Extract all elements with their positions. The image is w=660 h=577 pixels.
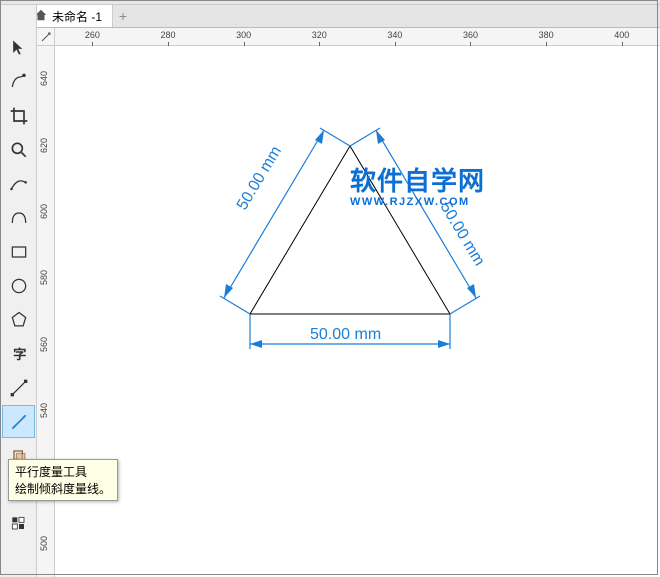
- pick-tool[interactable]: [2, 31, 35, 64]
- tooltip-title: 平行度量工具: [15, 463, 111, 480]
- ruler-h-tick: 360: [463, 30, 478, 40]
- document-tab[interactable]: 未命名 -1: [24, 5, 113, 27]
- tooltip-desc: 绘制倾斜度量线。: [15, 480, 111, 497]
- plus-icon: +: [119, 8, 127, 24]
- ruler-horizontal[interactable]: 260 280 300 320 340 360 380 400: [55, 28, 660, 46]
- watermark-logo: 软件自学网 WWW.RJZXW.COM: [350, 161, 485, 208]
- ruler-h-tick: 300: [236, 30, 251, 40]
- ruler-v-tick: 560: [39, 337, 49, 352]
- curve-tool[interactable]: [2, 201, 35, 234]
- ruler-h-tick: 320: [312, 30, 327, 40]
- dimension-right-text: 50.00 mm: [437, 199, 488, 269]
- rectangle-tool[interactable]: [2, 235, 35, 268]
- ruler-h-tick: 340: [387, 30, 402, 40]
- ruler-v-tick: 500: [39, 536, 49, 551]
- ruler-corner[interactable]: [37, 28, 55, 46]
- tab-strip: 未命名 -1 +: [0, 5, 660, 28]
- svg-text:字: 字: [13, 346, 26, 362]
- dimension-left-text: 50.00 mm: [234, 143, 285, 213]
- dimension-right: 50.00 mm: [350, 128, 488, 314]
- pattern-tool[interactable]: [2, 507, 35, 540]
- drawing-triangle: 50.00 mm 50.00 mm 50.00 mm: [185, 101, 515, 406]
- connector-tool[interactable]: [2, 371, 35, 404]
- logo-cn-text: 软件自学网: [350, 161, 485, 198]
- zoom-tool[interactable]: [2, 133, 35, 166]
- ruler-h-tick: 400: [614, 30, 629, 40]
- dimension-tool[interactable]: [2, 405, 35, 438]
- tab-add-button[interactable]: +: [113, 5, 133, 27]
- freehand-tool[interactable]: [2, 167, 35, 200]
- ruler-v-tick: 600: [39, 204, 49, 219]
- dimension-bottom: 50.00 mm: [250, 314, 450, 349]
- ruler-h-tick: 280: [160, 30, 175, 40]
- ruler-v-tick: 620: [39, 138, 49, 153]
- tool-tooltip: 平行度量工具 绘制倾斜度量线。: [8, 459, 118, 501]
- dimension-left: 50.00 mm: [220, 128, 350, 314]
- shape-tool[interactable]: [2, 65, 35, 98]
- ruler-h-tick: 260: [85, 30, 100, 40]
- text-tool[interactable]: 字: [2, 337, 35, 370]
- tab-title: 未命名 -1: [52, 8, 102, 25]
- crop-tool[interactable]: [2, 99, 35, 132]
- ruler-h-tick: 380: [539, 30, 554, 40]
- ruler-v-tick: 580: [39, 270, 49, 285]
- logo-en-text: WWW.RJZXW.COM: [350, 196, 485, 208]
- ruler-v-tick: 640: [39, 71, 49, 86]
- ruler-v-tick: 540: [39, 403, 49, 418]
- ellipse-tool[interactable]: [2, 269, 35, 302]
- polygon-tool[interactable]: [2, 303, 35, 336]
- dimension-bottom-text: 50.00 mm: [310, 326, 381, 343]
- canvas[interactable]: 50.00 mm 50.00 mm 50.00 mm 软件: [55, 46, 660, 577]
